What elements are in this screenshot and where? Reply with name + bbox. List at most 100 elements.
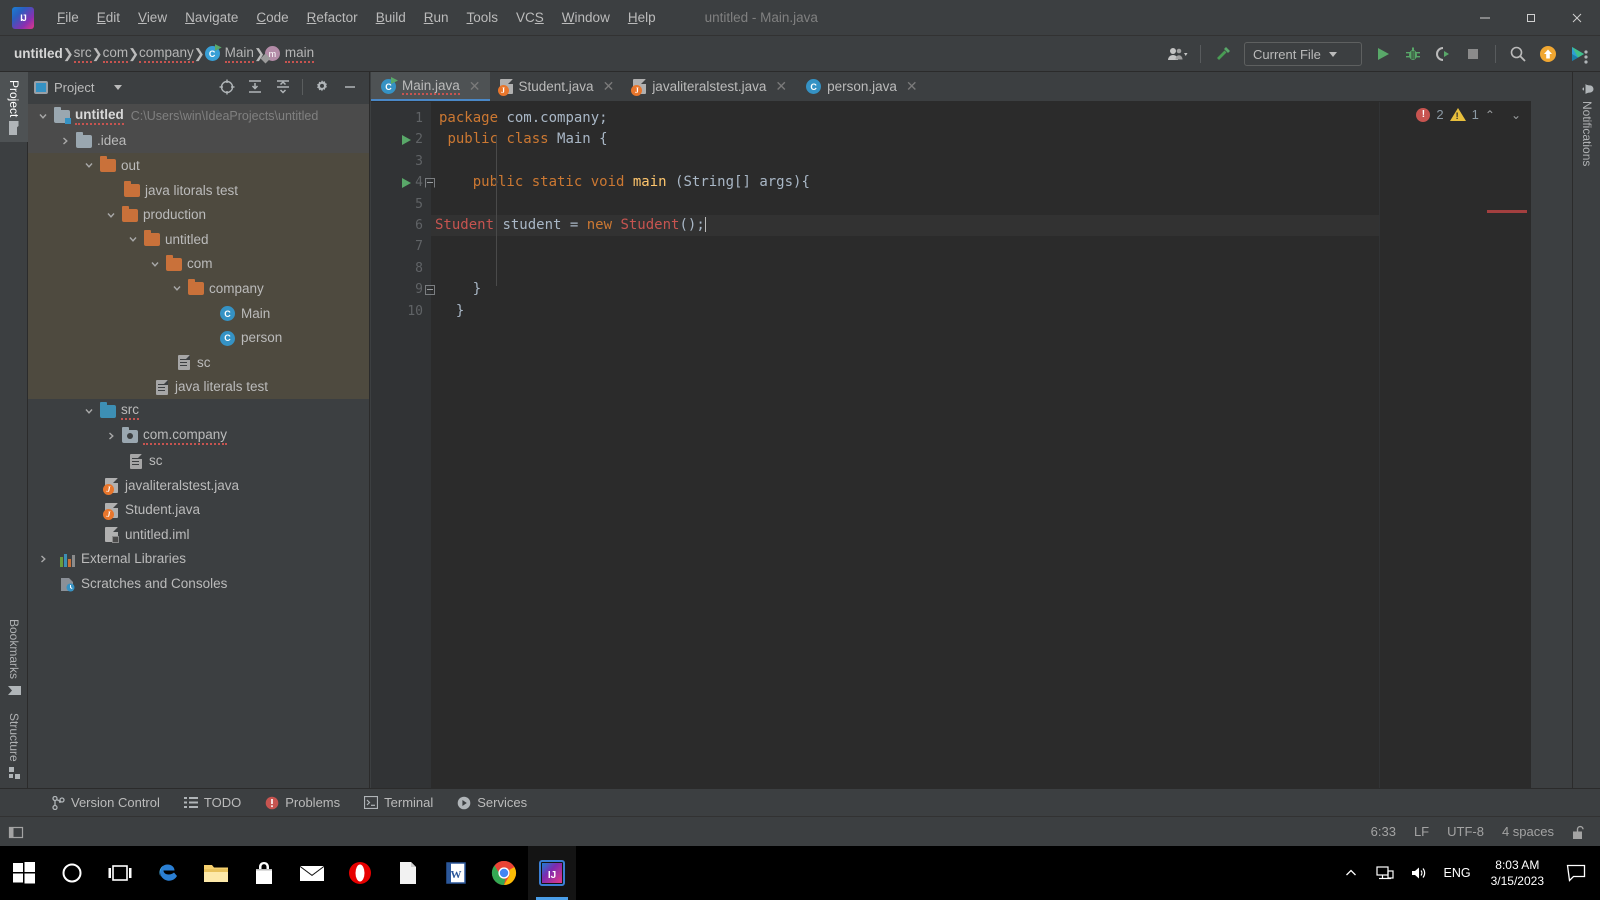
menu-code[interactable]: Code [247, 6, 297, 29]
chevron-down-icon[interactable] [104, 208, 118, 222]
windows-start-icon[interactable] [0, 846, 48, 900]
menu-build[interactable]: Build [367, 6, 415, 29]
select-opened-file-icon[interactable] [214, 75, 240, 99]
menu-refactor[interactable]: Refactor [298, 6, 367, 29]
run-button[interactable] [1369, 41, 1397, 67]
breadcrumb-item-src[interactable]: src [73, 45, 92, 63]
tree-row-external-libraries[interactable]: External Libraries [28, 547, 369, 572]
chevron-down-icon[interactable] [36, 109, 50, 123]
close-icon[interactable]: ✕ [603, 78, 615, 95]
tree-row-com[interactable]: com [28, 251, 369, 277]
chevron-down-icon[interactable] [148, 257, 162, 271]
sidebar-item-bookmarks[interactable]: Bookmarks [0, 611, 28, 705]
tree-row-idea[interactable]: .idea [28, 128, 369, 154]
tree-row-main-class[interactable]: C Main [28, 300, 369, 326]
tree-row-untitled-iml[interactable]: untitled.iml [28, 522, 369, 547]
breadcrumb-item-com[interactable]: com [102, 45, 129, 63]
chevron-down-icon[interactable] [82, 404, 96, 418]
tree-row-sc-out[interactable]: sc [28, 349, 369, 375]
sidebar-item-project[interactable]: Project [0, 72, 28, 143]
sidebar-item-notifications[interactable]: Notifications [1573, 72, 1600, 176]
chevron-down-icon[interactable] [170, 281, 184, 295]
editor-more-options[interactable] [1572, 42, 1600, 72]
tab-student-java[interactable]: J Student.java ✕ [490, 72, 624, 101]
hammer-icon[interactable] [1209, 41, 1237, 67]
tool-window-problems[interactable]: Problems [255, 792, 350, 813]
microsoft-store-icon[interactable] [240, 846, 288, 900]
tree-row-java-litorals-test[interactable]: java litorals test [28, 177, 369, 203]
tab-main-java[interactable]: C Main.java ✕ [371, 72, 490, 101]
action-center-icon[interactable] [1556, 846, 1596, 900]
project-tree[interactable]: untitled C:\Users\win\IdeaProjects\untit… [28, 102, 369, 788]
tree-row-production[interactable]: production [28, 202, 369, 227]
inspection-gutter[interactable]: ! 2 1 ⌃ ⌄ [1379, 102, 1531, 788]
language-indicator[interactable]: ENG [1436, 846, 1479, 900]
tree-row-company[interactable]: company [28, 276, 369, 301]
indent-setting[interactable]: 4 spaces [1502, 824, 1554, 839]
volume-icon[interactable] [1402, 846, 1436, 900]
tree-row-person-class[interactable]: C person [28, 325, 369, 350]
tree-row-out-untitled[interactable]: untitled [28, 226, 369, 252]
menu-run[interactable]: Run [415, 6, 458, 29]
tree-row-untitled[interactable]: untitled C:\Users\win\IdeaProjects\untit… [28, 104, 369, 129]
toggle-tool-windows-icon[interactable] [8, 824, 24, 840]
edge-icon[interactable] [144, 846, 192, 900]
tab-person-java[interactable]: C person.java ✕ [796, 72, 927, 101]
unlocked-icon[interactable] [1572, 825, 1586, 839]
menu-file[interactable]: File [48, 6, 88, 29]
tree-row-sc-src[interactable]: sc [28, 448, 369, 473]
code-text[interactable]: package com.company; public class Main {… [431, 102, 1379, 788]
chevron-down-icon[interactable]: ⌄ [1511, 108, 1521, 122]
chevron-down-icon[interactable] [126, 232, 140, 246]
menu-tools[interactable]: Tools [458, 6, 508, 29]
chrome-icon[interactable] [480, 846, 528, 900]
minimize-button[interactable] [1462, 0, 1508, 36]
tool-window-terminal[interactable]: Terminal [354, 792, 443, 813]
chevron-right-icon[interactable] [104, 429, 118, 443]
cortana-search-icon[interactable] [48, 846, 96, 900]
breadcrumb-item-project[interactable]: untitled [14, 46, 63, 61]
search-icon[interactable] [1504, 41, 1532, 67]
run-with-coverage-button[interactable] [1429, 41, 1457, 67]
task-view-icon[interactable] [96, 846, 144, 900]
close-icon[interactable]: ✕ [906, 78, 918, 95]
project-view-selector[interactable]: Project [34, 80, 123, 95]
code-editor[interactable]: 1 2 3 4 5 6 7 8 9 10 package com.company… [371, 102, 1531, 788]
file-explorer-icon[interactable] [192, 846, 240, 900]
opera-icon[interactable] [336, 846, 384, 900]
menu-navigate[interactable]: Navigate [176, 6, 247, 29]
breadcrumb-item-company[interactable]: company [138, 45, 194, 63]
chevron-up-icon[interactable]: ⌃ [1485, 108, 1495, 122]
update-available-icon[interactable] [1534, 41, 1562, 67]
network-icon[interactable] [1368, 846, 1402, 900]
run-line-marker[interactable] [397, 129, 415, 150]
tool-window-version-control[interactable]: Version Control [42, 792, 170, 813]
hide-panel-icon[interactable] [337, 75, 363, 99]
inspection-summary[interactable]: ! 2 1 ⌃ ⌄ [1416, 107, 1521, 122]
menu-vcs[interactable]: VCS [507, 6, 553, 29]
breadcrumb-item-main-class[interactable]: C Main [204, 45, 254, 63]
menu-edit[interactable]: Edit [88, 6, 129, 29]
debug-button[interactable] [1399, 41, 1427, 67]
menu-window[interactable]: Window [553, 6, 619, 29]
run-line-marker[interactable] [397, 172, 415, 193]
maximize-button[interactable] [1508, 0, 1554, 36]
tree-row-java-literals-test[interactable]: java literals test [28, 374, 369, 400]
tree-row-javaliteralstest-java[interactable]: J javaliteralstest.java [28, 473, 369, 498]
intellij-idea-icon[interactable]: IJ [528, 846, 576, 900]
user-icon[interactable] [1164, 41, 1192, 67]
close-icon[interactable]: ✕ [469, 78, 481, 95]
collapse-all-icon[interactable] [270, 75, 296, 99]
file-encoding[interactable]: UTF-8 [1447, 824, 1484, 839]
tool-window-todo[interactable]: TODO [174, 792, 251, 813]
close-button[interactable] [1554, 0, 1600, 36]
sidebar-item-structure[interactable]: Structure [0, 705, 28, 788]
mail-icon[interactable] [288, 846, 336, 900]
expand-all-icon[interactable] [242, 75, 268, 99]
editor-gutter[interactable]: 1 2 3 4 5 6 7 8 9 10 [371, 102, 435, 788]
word-icon[interactable]: W [432, 846, 480, 900]
chevron-down-icon[interactable] [82, 158, 96, 172]
settings-gear-icon[interactable] [309, 75, 335, 99]
caret-position[interactable]: 6:33 [1371, 824, 1396, 839]
tree-row-student-java[interactable]: J Student.java [28, 498, 369, 523]
